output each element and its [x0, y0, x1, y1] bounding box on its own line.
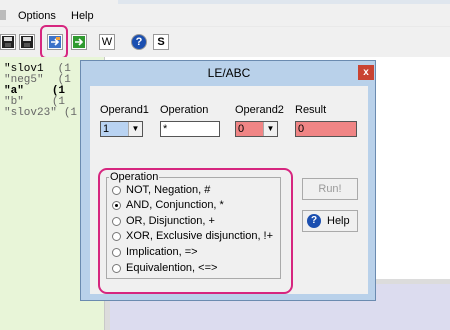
list-item[interactable]: "slov23" (1 — [4, 107, 77, 119]
list-item-name: "slov23" — [4, 107, 57, 119]
operand1-label: Operand1 — [100, 104, 149, 116]
operation-label: Operation — [160, 104, 209, 116]
help-icon: ? — [307, 214, 321, 228]
dialog-client-area: Operand1 Operation Operand2 Result 1 ▼ *… — [90, 86, 368, 294]
operand1-value: 1 — [103, 123, 110, 135]
export-icon[interactable] — [71, 34, 87, 50]
result-field: 0 — [295, 121, 357, 137]
s-icon[interactable]: S — [153, 34, 169, 50]
options-highlight-ring — [98, 168, 293, 294]
save-as-icon[interactable] — [19, 34, 35, 50]
result-label: Result — [295, 104, 327, 116]
run-button[interactable]: Run! — [302, 178, 358, 200]
dialog-title: LE/ABC — [207, 66, 251, 80]
operand2-label: Operand2 — [235, 104, 284, 116]
operation-input[interactable]: * — [160, 121, 220, 137]
le-abc-dialog: LE/ABC x Operand1 Operation Operand2 Res… — [80, 60, 376, 301]
menu-help[interactable]: Help — [71, 10, 94, 22]
operand1-select[interactable]: 1 ▼ — [100, 121, 143, 137]
chevron-down-icon: ▼ — [128, 122, 142, 136]
close-button[interactable]: x — [358, 65, 374, 80]
window-title-strip — [118, 0, 450, 4]
help-icon[interactable]: ? — [131, 34, 147, 50]
menu-options[interactable]: Options — [18, 10, 56, 22]
document-w-icon[interactable]: W — [99, 34, 115, 50]
menu-item-partial[interactable] — [0, 10, 6, 20]
chevron-down-icon: ▼ — [263, 122, 277, 136]
help-button[interactable]: ? Help — [302, 210, 358, 232]
result-value: 0 — [298, 123, 305, 135]
toolbar-highlight-ring — [40, 25, 68, 59]
operation-value: * — [163, 123, 168, 135]
operand2-select[interactable]: 0 ▼ — [235, 121, 278, 137]
list-item-value: (1 — [63, 107, 78, 119]
operand2-value: 0 — [238, 123, 245, 135]
save-icon[interactable] — [0, 34, 16, 50]
help-button-label: Help — [327, 215, 350, 227]
